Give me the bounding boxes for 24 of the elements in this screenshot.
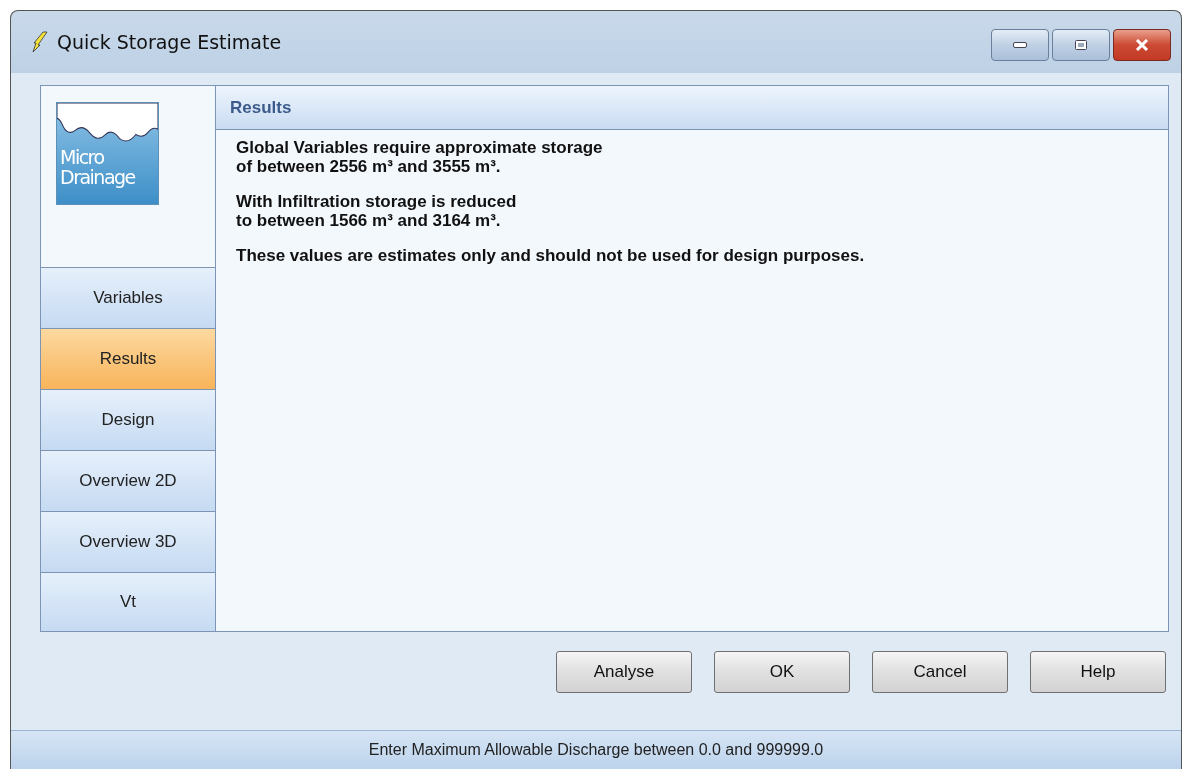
logo: Micro Drainage <box>56 102 159 205</box>
result-paragraph: Global Variables require approximate storage of between 2556 m³ and 3555 m³. <box>236 138 604 176</box>
nav-tab[interactable]: Design <box>41 390 215 451</box>
status-bar: Enter Maximum Allowable Discharge between 0.0 and 999999.0 <box>11 730 1181 769</box>
nav-tab[interactable]: Overview 2D <box>41 451 215 512</box>
dialog-button[interactable]: Cancel <box>872 651 1008 693</box>
maximize-icon <box>1075 40 1087 50</box>
dialog-button[interactable]: Help <box>1030 651 1166 693</box>
dialog-button[interactable]: Analyse <box>556 651 692 693</box>
nav-tab[interactable]: Results <box>41 329 215 390</box>
nav-tab[interactable]: Overview 3D <box>41 512 215 573</box>
result-paragraph: These values are estimates only and should not be used for design purposes. <box>236 246 866 265</box>
close-icon <box>1135 39 1149 51</box>
lightning-icon <box>31 31 49 53</box>
panel-header: Results <box>216 86 1168 130</box>
dialog-button[interactable]: OK <box>714 651 850 693</box>
nav-tab[interactable]: Variables <box>41 268 215 329</box>
result-paragraph: With Infiltration storage is reduced to between 1566 m³ and 3164 m³. <box>236 192 518 230</box>
window-title: Quick Storage Estimate <box>57 31 282 53</box>
maximize-button[interactable] <box>1052 29 1110 61</box>
close-button[interactable] <box>1113 29 1171 61</box>
minimize-icon <box>1013 42 1027 48</box>
minimize-button[interactable] <box>991 29 1049 61</box>
nav-tab[interactable]: Vt <box>41 573 215 631</box>
